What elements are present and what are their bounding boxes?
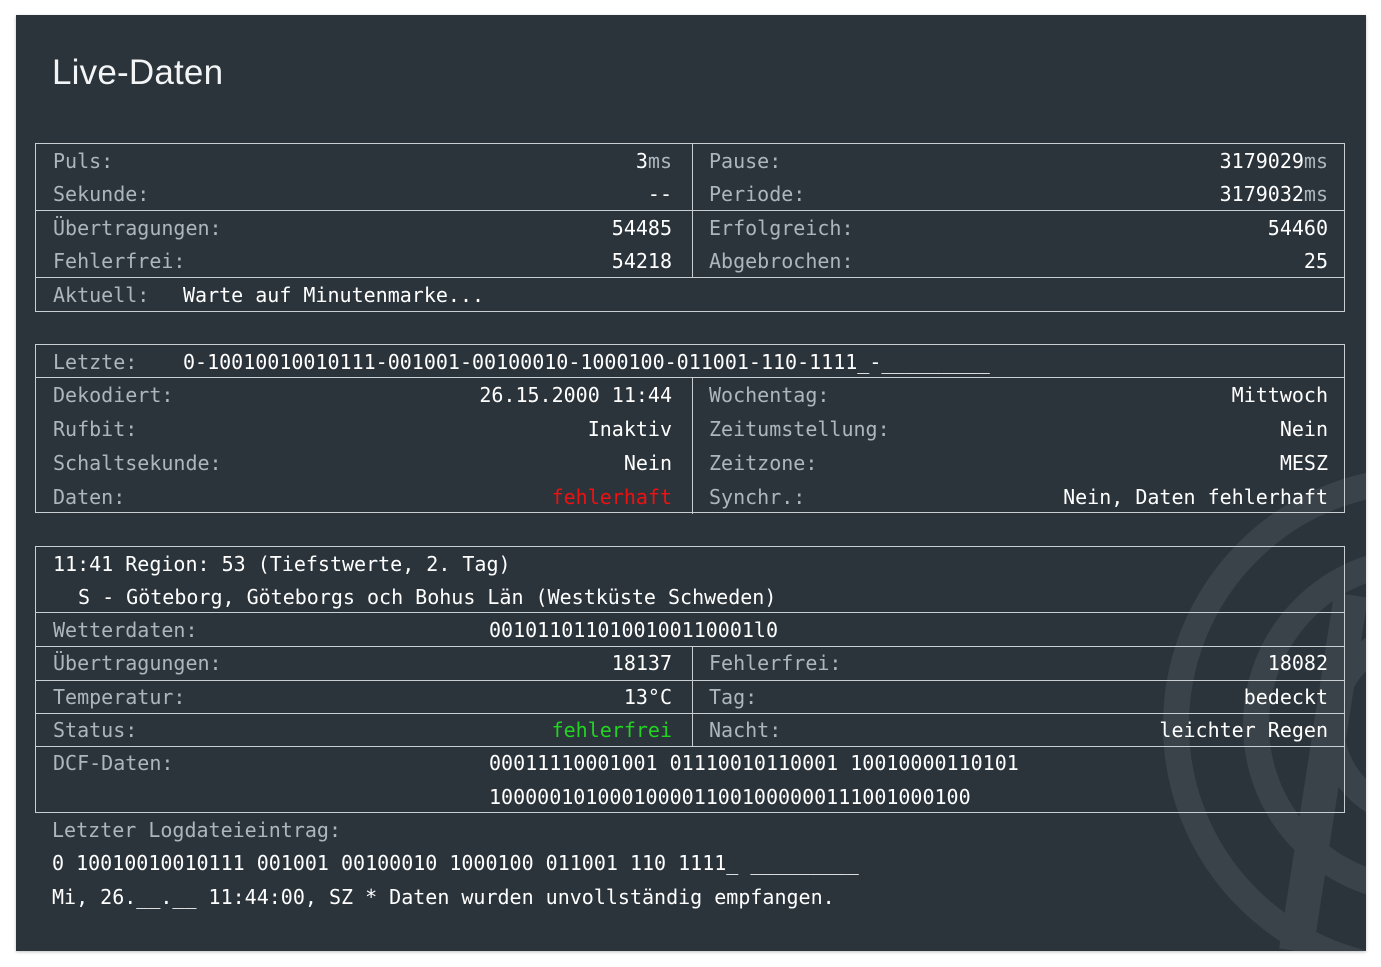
weekday-label: Wochentag: (709, 383, 830, 407)
transmissions-label: Übertragungen: (53, 216, 222, 240)
data-status-value: fehlerhaft (551, 485, 672, 509)
pulse-value: 3ms (635, 149, 672, 173)
errorfree-value: 54218 (611, 249, 672, 273)
log-label: Letzter Logdateieintrag: (52, 818, 341, 842)
pulse-unit: ms (647, 149, 672, 173)
weather-region-heading: 11:41 Region: 53 (Tiefstwerte, 2. Tag) (53, 552, 511, 576)
row-divider (36, 746, 1344, 747)
second-label: Sekunde: (53, 182, 150, 206)
weatherdata-label: Wetterdaten: (53, 618, 198, 642)
weather-errorfree-value: 18082 (1267, 651, 1328, 675)
weather-table: 11:41 Region: 53 (Tiefstwerte, 2. Tag) S… (35, 546, 1345, 813)
decoded-label: Dekodiert: (53, 383, 174, 407)
weather-transmissions-label: Übertragungen: (53, 651, 222, 675)
errorfree-label: Fehlerfrei: (53, 249, 186, 273)
temperature-label: Temperatur: (53, 685, 186, 709)
night-label: Nacht: (709, 718, 782, 742)
weather-status-value: fehlerfrei (551, 718, 672, 742)
weather-status-label: Status: (53, 718, 138, 742)
timezone-value: MESZ (1279, 451, 1328, 475)
reception-status-table: Puls: 3ms Pause: 3179029ms Sekunde: -- P… (35, 143, 1345, 312)
aborted-label: Abgebrochen: (709, 249, 854, 273)
callbit-label: Rufbit: (53, 417, 138, 441)
aborted-value: 25 (1303, 249, 1328, 273)
row-divider (36, 377, 1344, 378)
dcf-data-label: DCF-Daten: (53, 751, 174, 775)
last-label: Letzte: (53, 350, 138, 374)
period-unit: ms (1303, 182, 1328, 206)
second-value: -- (647, 182, 672, 206)
leap-second-value: Nein (623, 451, 672, 475)
sync-label: Synchr.: (709, 485, 806, 509)
pause-value: 3179029ms (1219, 149, 1328, 173)
row-divider (36, 713, 1344, 714)
current-value: Warte auf Minutenmarke... (183, 283, 485, 307)
dst-label: Zeitumstellung: (709, 417, 890, 441)
decoding-table: Letzte: 0-10010010010111-001001-00100010… (35, 344, 1345, 514)
night-value: leichter Regen (1159, 718, 1328, 742)
column-divider (692, 377, 693, 514)
row-divider (36, 646, 1344, 647)
column-divider (692, 646, 693, 746)
decoded-value: 26.15.2000 11:44 (479, 383, 672, 407)
current-label: Aktuell: (53, 283, 150, 307)
weekday-value: Mittwoch (1231, 383, 1328, 407)
timezone-label: Zeitzone: (709, 451, 818, 475)
sync-value: Nein, Daten fehlerhaft (1063, 485, 1328, 509)
pulse-label: Puls: (53, 149, 114, 173)
day-value: bedeckt (1243, 685, 1328, 709)
pause-unit: ms (1303, 149, 1328, 173)
successful-value: 54460 (1267, 216, 1328, 240)
log-line-1: 0 10010010010111 001001 00100010 1000100… (52, 851, 859, 875)
dcf-data-line-1: 00011110001001 01110010110001 1001000011… (489, 751, 1019, 775)
data-label: Daten: (53, 485, 126, 509)
day-label: Tag: (709, 685, 758, 709)
dst-value: Nein (1279, 417, 1328, 441)
successful-label: Erfolgreich: (709, 216, 854, 240)
last-value: 0-10010010010111-001001-00100010-1000100… (183, 350, 990, 374)
row-divider (36, 210, 1344, 211)
page-title: Live-Daten (52, 53, 224, 92)
row-divider (36, 277, 1344, 278)
temperature-value: 13°C (623, 685, 672, 709)
weather-region-name: S - Göteborg, Göteborgs och Bohus Län (W… (78, 585, 777, 609)
leap-second-label: Schaltsekunde: (53, 451, 222, 475)
weatherdata-value: 0010110110100100110001l0 (489, 618, 778, 642)
log-line-2: Mi, 26.__.__ 11:44:00, SZ * Daten wurden… (52, 885, 835, 909)
pause-label: Pause: (709, 149, 782, 173)
weather-errorfree-label: Fehlerfrei: (709, 651, 842, 675)
transmissions-value: 54485 (611, 216, 672, 240)
live-data-panel: Live-Daten Puls: 3ms Pause: 3179029ms Se… (16, 15, 1366, 951)
weather-transmissions-value: 18137 (611, 651, 672, 675)
row-divider (36, 612, 1344, 613)
callbit-value: Inaktiv (587, 417, 672, 441)
period-label: Periode: (709, 182, 806, 206)
row-divider (36, 680, 1344, 681)
period-value: 3179032ms (1219, 182, 1328, 206)
dcf-data-line-2: 1000001010001000011001000000111001000100 (489, 785, 971, 809)
